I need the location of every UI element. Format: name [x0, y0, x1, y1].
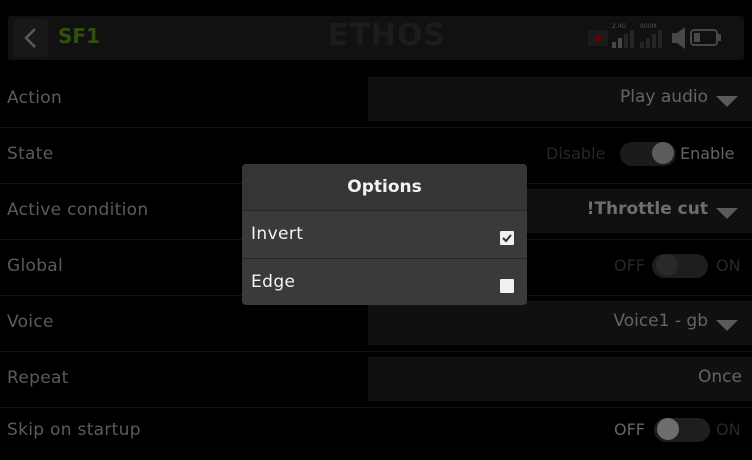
- option-edge-label: Edge: [251, 272, 296, 292]
- invert-checkbox[interactable]: [500, 231, 514, 245]
- options-dialog: Options Invert Edge: [242, 164, 527, 305]
- option-invert-label: Invert: [251, 224, 304, 244]
- checkmark-icon: [502, 234, 512, 243]
- dialog-title: Options: [242, 164, 527, 210]
- edge-checkbox[interactable]: [500, 279, 514, 293]
- option-invert[interactable]: Invert: [242, 211, 527, 257]
- option-edge[interactable]: Edge: [242, 259, 527, 305]
